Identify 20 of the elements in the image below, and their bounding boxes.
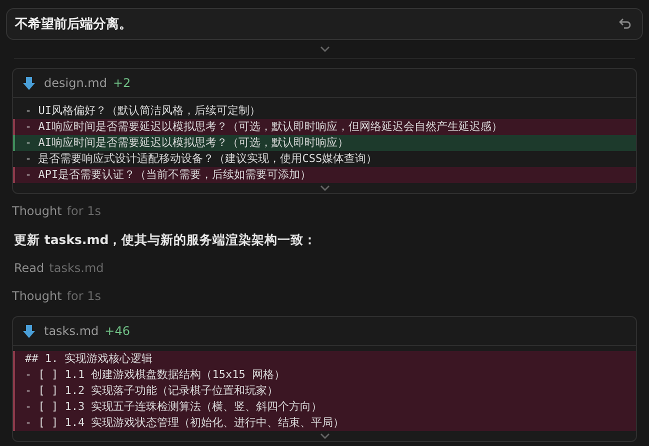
file-name[interactable]: tasks.md xyxy=(44,324,99,338)
arrow-down-icon xyxy=(23,76,35,90)
change-count: +2 xyxy=(112,76,131,90)
code-line: - 是否需要响应式设计适配移动设备？（建议实现，使用CSS媒体查询） xyxy=(24,151,378,167)
status-label: Thought xyxy=(12,204,62,218)
status-detail: for 1s xyxy=(66,289,102,303)
change-count: +46 xyxy=(104,324,130,338)
arrow-down-icon xyxy=(23,324,35,338)
undo-icon[interactable] xyxy=(618,17,632,31)
message-text: 更新 tasks.md，使其与新的服务端渲染架构一致： xyxy=(13,231,318,249)
chevron-down-icon[interactable] xyxy=(320,46,330,52)
prompt-text: 不希望前后端分离。 xyxy=(15,16,132,33)
code-line: - UI风格偏好？（默认简洁风格，后续可定制） xyxy=(24,103,262,119)
status-detail: for 1s xyxy=(66,204,102,218)
status-label: Read xyxy=(14,261,44,275)
status-detail: tasks.md xyxy=(49,261,104,275)
status-label: Thought xyxy=(12,289,62,303)
chevron-down-icon[interactable] xyxy=(320,433,330,439)
file-name[interactable]: design.md xyxy=(44,76,107,90)
chevron-down-icon[interactable] xyxy=(320,185,330,191)
